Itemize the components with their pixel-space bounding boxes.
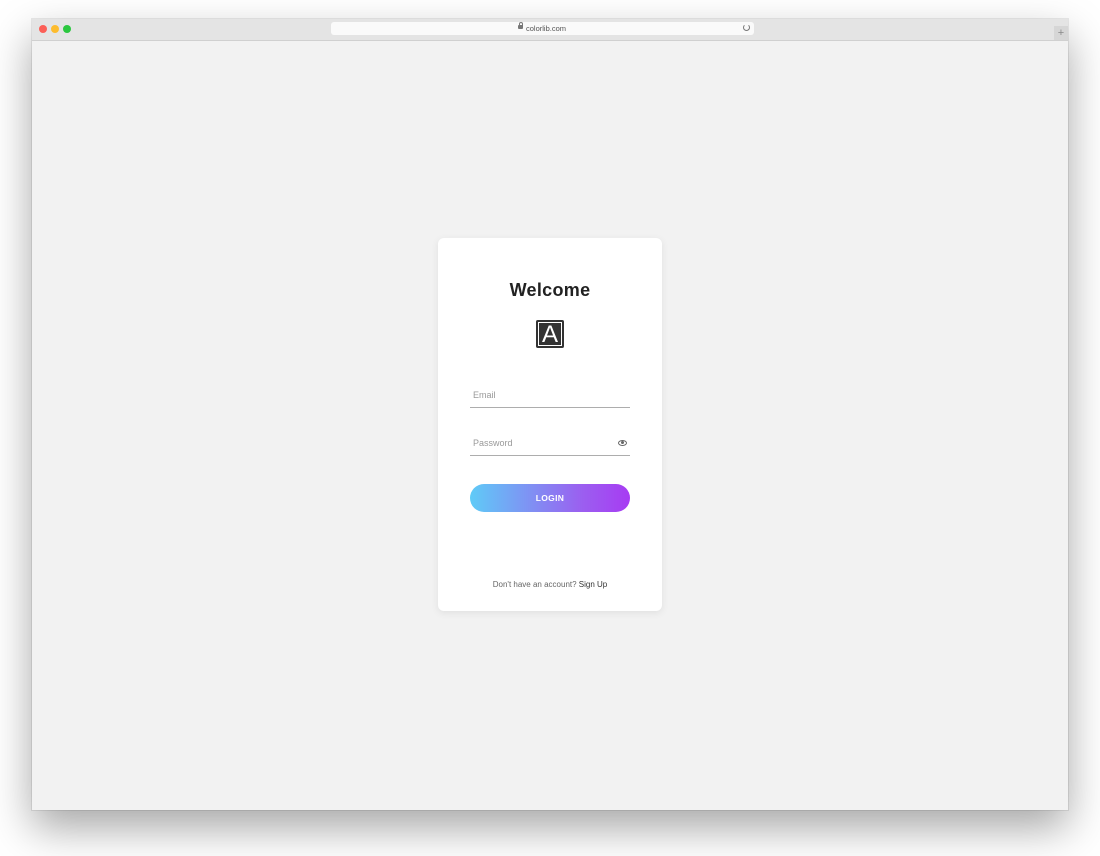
signup-link[interactable]: Sign Up (579, 580, 607, 589)
email-field (470, 385, 630, 408)
logo-icon: A (536, 320, 564, 348)
login-card: Welcome A LOGIN Don't have an account? S… (438, 238, 662, 611)
lock-icon (518, 22, 523, 29)
close-window-icon[interactable] (39, 25, 47, 33)
password-field (470, 433, 630, 456)
browser-window: colorlib.com + Welcome A LOGIN Don't hav… (32, 19, 1068, 810)
browser-titlebar: colorlib.com + (32, 19, 1068, 41)
url-text: colorlib.com (526, 24, 567, 33)
login-button[interactable]: LOGIN (470, 484, 630, 512)
reload-icon[interactable] (743, 24, 750, 31)
password-input[interactable] (470, 433, 616, 453)
signup-row: Don't have an account? Sign Up (438, 580, 662, 589)
minimize-window-icon[interactable] (51, 25, 59, 33)
email-input[interactable] (470, 385, 616, 405)
address-bar[interactable]: colorlib.com (331, 22, 754, 35)
eye-icon[interactable] (618, 440, 627, 446)
maximize-window-icon[interactable] (63, 25, 71, 33)
new-tab-button[interactable]: + (1054, 26, 1068, 40)
signup-prompt: Don't have an account? (492, 580, 579, 589)
page-title: Welcome (509, 280, 591, 300)
page-content: Welcome A LOGIN Don't have an account? S… (32, 41, 1068, 810)
